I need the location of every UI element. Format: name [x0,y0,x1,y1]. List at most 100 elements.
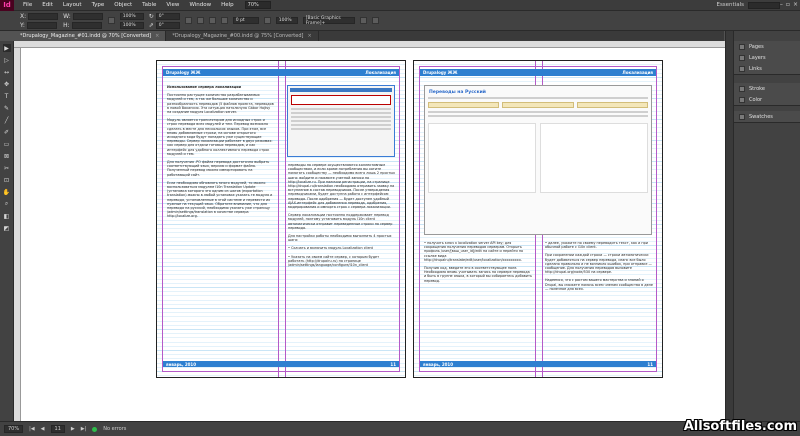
fill-swatch-icon[interactable] [208,17,216,24]
menu-item-view[interactable]: View [161,2,184,8]
free-transform-tool-icon[interactable]: ⊡ [3,176,11,184]
flip-horizontal-icon[interactable] [184,17,192,24]
next-page-icon[interactable]: ▶ [71,426,75,432]
workspace-switcher[interactable]: Essentials [716,2,744,8]
running-header: Drupalogy ЖЖ Локализация [163,69,399,76]
panel-color[interactable]: Color [734,94,800,105]
stroke-icon [739,85,745,92]
figure-grid [428,123,648,193]
object-style-dropdown[interactable]: [Basic Graphics Frame]+ [302,16,355,26]
tab-document-01[interactable]: *Drupalogy_Magazine_#01.indd @ 70% [Conv… [14,31,167,41]
tab-close-icon[interactable]: × [307,33,311,39]
selection-tool-icon[interactable]: ▶ [2,44,11,52]
rectangle-frame-tool-icon[interactable]: ▭ [3,140,11,148]
zoom-tool-icon[interactable]: ⌕ [3,200,11,208]
menu-item-type[interactable]: Type [87,2,110,8]
panel-label: Layers [749,54,766,61]
constrain-proportions-icon[interactable] [107,17,115,24]
flip-vertical-icon[interactable] [196,17,204,24]
opacity-field[interactable]: 100% [275,17,298,24]
y-label: Y: [20,21,25,29]
control-panel: X: Y: W: H: 100% 100% ↻ 0° ⇗ 0° 0 pt 100% … [0,11,800,31]
type-tool-icon[interactable]: T [3,92,11,100]
figure-field [502,102,574,108]
panel-stroke[interactable]: Stroke [734,83,800,94]
panel-swatches[interactable]: Swatches [734,111,800,122]
text-column-2[interactable]: • далее, укажите по своему переводить те… [545,241,653,353]
search-input[interactable] [748,2,780,9]
panel-layers[interactable]: Layers [734,52,800,63]
paragraph: • далее, укажите по своему переводить те… [545,241,648,250]
menu-item-file[interactable]: File [18,2,37,8]
pencil-tool-icon[interactable]: ✎ [3,104,11,112]
scale-x-field[interactable]: 100% [119,12,144,20]
direct-selection-tool-icon[interactable]: ▷ [3,56,11,64]
menu-item-help[interactable]: Help [216,2,239,8]
vertical-ruler[interactable] [14,48,21,421]
right-page[interactable]: Drupalogy ЖЖ Локализация Переводы на Рус… [413,60,663,378]
menu-item-object[interactable]: Object [109,2,137,8]
w-field[interactable] [72,12,103,20]
scale-fields: 100% 100% [119,12,144,29]
figure-line [428,115,648,117]
panel-collapse-strip[interactable] [726,31,734,421]
figure-translation-column [540,123,648,193]
translation-screenshot-figure[interactable]: Переводы на Русский [424,85,652,235]
footer-left: январь, 2010 [423,361,453,367]
view-mode-tool-icon[interactable]: ◩ [3,224,11,232]
menubar: Id File Edit Layout Type Object Table View Wind… [0,0,800,11]
paragraph: переводы на сервере осуществляются колле… [288,163,396,210]
rectangle-tool-icon[interactable]: ⊠ [3,152,11,160]
menu-item-layout[interactable]: Layout [58,2,87,8]
stroke-swatch-icon[interactable] [220,17,228,24]
scale-y-field[interactable]: 100% [119,21,144,29]
page-tool-icon[interactable]: ↔ [3,68,11,76]
panel-group-stroke: Stroke Color [734,83,800,106]
scissors-tool-icon[interactable]: ✂ [3,164,11,172]
text-column-1[interactable]: Использование сервера локализации Постоя… [167,85,275,353]
zoom-status-field[interactable]: 70% [4,425,24,433]
page-number-field[interactable]: 11 [50,425,65,433]
rotate-field[interactable]: 0° [155,12,180,20]
last-page-icon[interactable]: ▶| [81,426,87,432]
menu-item-edit[interactable]: Edit [37,2,58,8]
maximize-icon[interactable]: ▫ [786,1,790,8]
stroke-weight-field[interactable]: 0 pt [232,17,259,24]
h-field[interactable] [71,21,102,29]
fill-stroke-tool-icon[interactable]: ◧ [3,212,11,220]
y-field[interactable] [26,21,57,29]
menu-item-table[interactable]: Table [137,2,161,8]
prev-page-icon[interactable]: ◀ [41,426,45,432]
zoom-level-field[interactable]: 70% [244,1,271,9]
hand-tool-icon[interactable]: ✋ [3,188,11,196]
text-column-1[interactable]: • получить ключ к localization server AP… [424,241,532,353]
pen-tool-icon[interactable]: ✐ [3,128,11,136]
align-icon[interactable] [371,17,379,24]
fitting-icon[interactable] [359,17,367,24]
paragraph: • Скачать и включить модуль Localization… [288,246,374,251]
column-guide [285,61,286,377]
panel-label: Pages [749,43,764,50]
menu-item-window[interactable]: Window [184,2,216,8]
close-icon[interactable]: × [793,1,798,8]
effects-icon[interactable] [263,17,271,24]
pasteboard[interactable]: Drupalogy ЖЖ Локализация Использование с… [21,48,725,421]
preflight-status-icon[interactable] [92,426,98,432]
panel-pages[interactable]: Pages [734,41,800,52]
watermark: Allsoftfiles.com [683,419,797,434]
minimize-icon[interactable]: – [780,1,783,8]
h-label: H: [63,21,70,29]
tab-close-icon[interactable]: × [155,33,159,39]
preflight-status-text[interactable]: No errors [103,426,126,432]
panel-links[interactable]: Links [734,63,800,74]
horizontal-ruler[interactable] [14,41,725,48]
document-tabs: *Drupalogy_Magazine_#01.indd @ 70% [Conv… [14,31,724,41]
first-page-icon[interactable]: |◀ [29,426,35,432]
x-field[interactable] [28,12,59,20]
tab-document-00[interactable]: *Drupalogy_Magazine_#00.indd @ 75% [Conv… [166,31,319,41]
line-tool-icon[interactable]: ╱ [3,116,11,124]
text-column-2[interactable]: переводы на сервере осуществляются колле… [288,163,396,353]
gap-tool-icon[interactable]: ✥ [3,80,11,88]
shear-field[interactable]: 0° [155,21,180,29]
left-page[interactable]: Drupalogy ЖЖ Локализация Использование с… [156,60,406,378]
